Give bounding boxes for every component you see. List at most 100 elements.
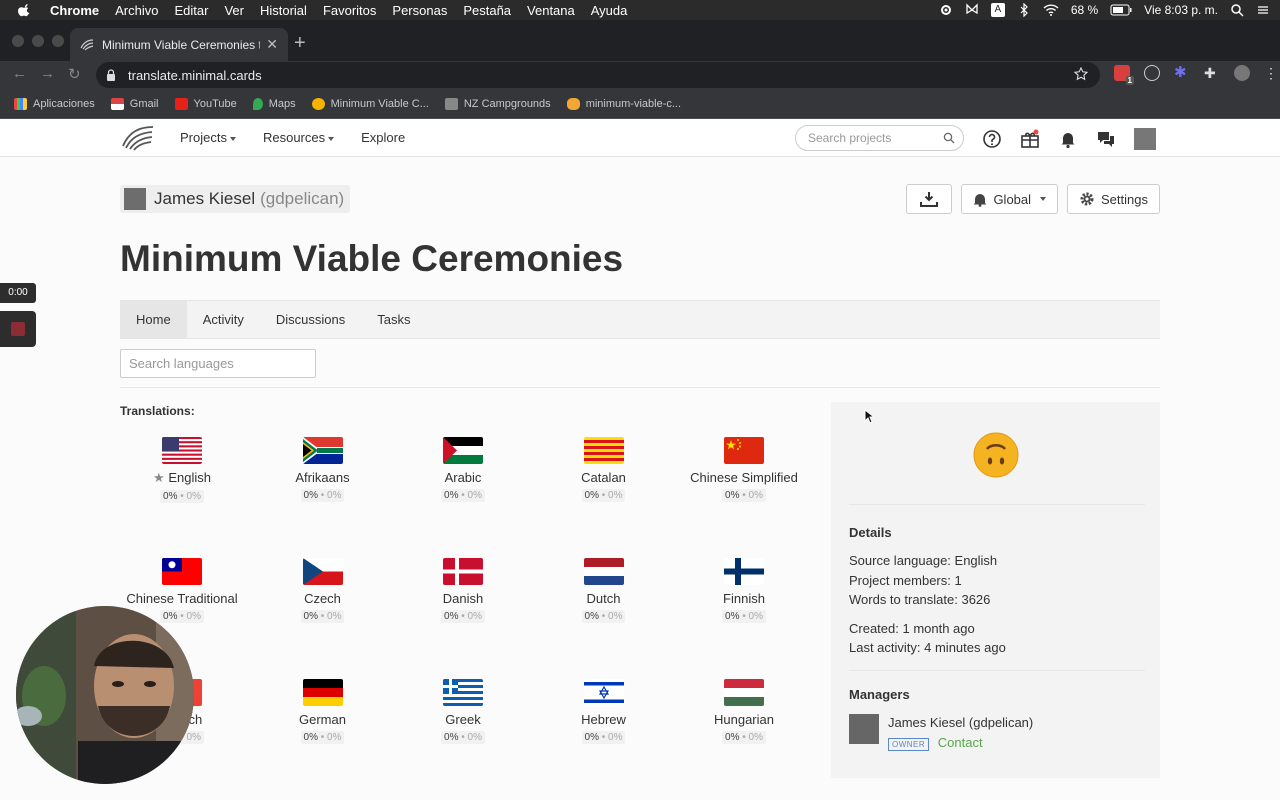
flag-us-icon (162, 437, 202, 464)
nav-projects[interactable]: Projects (180, 130, 236, 145)
question-icon (444, 97, 458, 110)
manager-name[interactable]: James Kiesel (gdpelican) (888, 715, 1033, 730)
tab-discussions[interactable]: Discussions (260, 301, 361, 338)
owner-name: James Kiesel (154, 189, 256, 208)
menu-historial[interactable]: Historial (252, 3, 315, 18)
language-card-greek[interactable]: Greek 0% • 0% (393, 679, 533, 744)
maps-pin-icon (252, 97, 263, 110)
approved-percent: 0% (584, 490, 599, 501)
divider (120, 387, 1160, 388)
language-progress: 0% • 0% (393, 610, 533, 623)
progress-box: 0% • 0% (581, 610, 626, 623)
minimize-window-button[interactable] (32, 35, 44, 47)
tab-activity[interactable]: Activity (187, 301, 260, 338)
bookmark-star-icon[interactable] (1074, 67, 1088, 81)
search-languages-input[interactable]: Search languages (120, 349, 316, 378)
divider (849, 670, 1145, 671)
nav-resources[interactable]: Resources (263, 130, 335, 145)
language-label: Greek (445, 712, 481, 727)
search-projects-input[interactable]: Search projects (795, 125, 964, 151)
language-card-catalan[interactable]: Catalan 0% • 0% (534, 437, 674, 502)
bell-icon (973, 193, 987, 207)
reload-button[interactable]: ↻ (68, 65, 81, 83)
bookmark-mvc[interactable]: Minimum Viable C... (311, 97, 429, 110)
settings-button[interactable]: Settings (1067, 184, 1160, 214)
language-card-dutch[interactable]: Dutch 0% • 0% (534, 558, 674, 623)
approved-percent: 0% (303, 490, 318, 501)
gift-icon[interactable] (1020, 129, 1040, 149)
menubar-clock[interactable]: Vie 8:03 p. m. (1144, 3, 1218, 17)
search-icon[interactable] (943, 132, 955, 144)
bookmark-maps[interactable]: Maps (252, 97, 296, 110)
translated-percent: 0% (467, 732, 482, 743)
project-owner-chip[interactable]: James Kiesel (gdpelican) (120, 185, 351, 213)
close-tab-icon[interactable]: ✕ (266, 36, 278, 53)
language-card-arabic[interactable]: Arabic 0% • 0% (393, 437, 533, 502)
menu-personas[interactable]: Personas (384, 3, 455, 18)
progress-box: 0% • 0% (300, 610, 345, 623)
bookmark-gmail[interactable]: Gmail (110, 97, 159, 110)
chrome-menu-icon[interactable]: ⋮ (1264, 65, 1278, 81)
smiley-extension-icon[interactable] (1144, 65, 1160, 81)
new-tab-button[interactable]: + (294, 32, 306, 55)
back-button[interactable]: ← (12, 65, 27, 82)
battery-icon[interactable] (1110, 3, 1132, 17)
spotlight-search-icon[interactable] (1230, 3, 1244, 17)
stop-recording-button[interactable] (0, 311, 36, 347)
menu-archivo[interactable]: Archivo (107, 3, 166, 18)
notifications-bell-icon[interactable] (1058, 129, 1078, 149)
language-name: Finnish (674, 591, 812, 606)
bookmark-apps[interactable]: Aplicaciones (14, 97, 95, 110)
menu-favoritos[interactable]: Favoritos (315, 3, 384, 18)
menu-ayuda[interactable]: Ayuda (583, 3, 636, 18)
bluetooth-icon[interactable] (1017, 3, 1031, 17)
language-card-finnish[interactable]: Finnish 0% • 0% (674, 558, 812, 623)
language-card-afrikaans[interactable]: Afrikaans 0% • 0% (253, 437, 393, 502)
menu-ver[interactable]: Ver (216, 3, 252, 18)
language-card-danish[interactable]: Danish 0% • 0% (393, 558, 533, 623)
input-source-icon[interactable]: A (990, 3, 1005, 17)
browser-tab-active[interactable]: Minimum Viable Ceremonies tr ✕ (70, 28, 288, 61)
menu-ventana[interactable]: Ventana (519, 3, 583, 18)
snowflake-extension-icon[interactable]: ✱ (1174, 65, 1190, 81)
bookmark-mvc-repo[interactable]: minimum-viable-c... (566, 97, 681, 110)
menu-pestana[interactable]: Pestaña (455, 3, 519, 18)
bookmark-youtube[interactable]: YouTube (174, 97, 237, 110)
maximize-window-button[interactable] (52, 35, 64, 47)
tab-tasks[interactable]: Tasks (361, 301, 426, 338)
language-card-czech[interactable]: Czech 0% • 0% (253, 558, 393, 623)
language-name: ★ English (112, 470, 252, 486)
gear-status-icon[interactable] (939, 3, 953, 17)
menu-editar[interactable]: Editar (166, 3, 216, 18)
user-avatar[interactable] (1134, 128, 1156, 150)
puzzle-extensions-icon[interactable]: ✚ (1204, 65, 1220, 81)
menu-app-chrome[interactable]: Chrome (42, 3, 107, 18)
wifi-icon[interactable] (1043, 3, 1059, 17)
butterfly-icon[interactable] (965, 3, 979, 17)
notification-level-dropdown[interactable]: Global (961, 184, 1059, 214)
language-card-english[interactable]: ★ English 0% • 0% (112, 437, 252, 503)
profile-avatar-icon[interactable] (1234, 65, 1250, 81)
control-center-icon[interactable] (1256, 3, 1270, 17)
apple-icon[interactable] (18, 3, 32, 17)
nav-explore[interactable]: Explore (361, 130, 405, 145)
translated-percent: 0% (748, 732, 763, 743)
address-bar[interactable]: translate.minimal.cards (96, 62, 1100, 88)
manager-avatar[interactable] (849, 714, 879, 744)
help-icon[interactable] (982, 129, 1002, 149)
forward-button[interactable]: → (40, 65, 55, 82)
contact-link[interactable]: Contact (938, 735, 983, 750)
discussions-icon[interactable] (1096, 129, 1116, 149)
download-button[interactable] (906, 184, 953, 214)
close-window-button[interactable] (12, 35, 24, 47)
language-card-chinese-simplified[interactable]: Chinese Simplified 0% • 0% (674, 437, 812, 502)
calendar-extension-icon[interactable]: 1 (1114, 65, 1134, 85)
tab-home[interactable]: Home (120, 301, 187, 338)
language-card-hebrew[interactable]: Hebrew 0% • 0% (534, 679, 674, 744)
site-logo-icon[interactable] (121, 124, 155, 152)
bookmark-nz-campgrounds[interactable]: NZ Campgrounds (444, 97, 551, 110)
youtube-icon (174, 97, 188, 110)
language-card-hungarian[interactable]: Hungarian 0% • 0% (674, 679, 812, 744)
language-card-german[interactable]: German 0% • 0% (253, 679, 393, 744)
translated-percent: 0% (748, 611, 763, 622)
